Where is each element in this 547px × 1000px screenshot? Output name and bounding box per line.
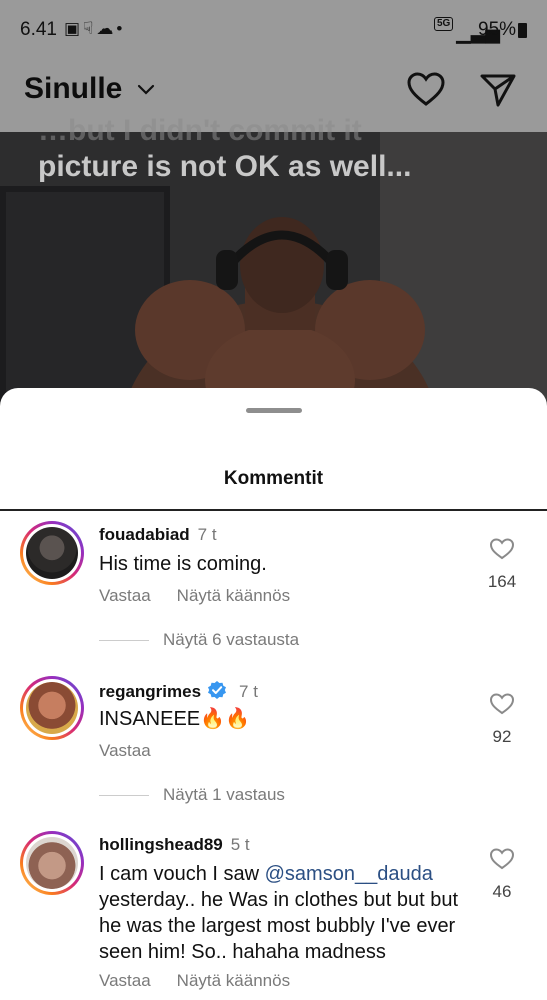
avatar[interactable] (20, 676, 84, 740)
comment-time: 7 t (197, 525, 217, 544)
drag-handle[interactable] (246, 408, 302, 413)
heart-icon[interactable] (489, 847, 515, 871)
comment-username[interactable]: hollingshead89 5 t (99, 835, 250, 855)
like-button[interactable]: 46 (486, 847, 518, 902)
like-button[interactable]: 92 (486, 692, 518, 747)
divider (0, 509, 547, 511)
comment-text: INSANEEE🔥🔥 (99, 708, 250, 730)
comments-sheet: Kommentit fouadabiad 7 t His time is comi… (0, 388, 547, 1000)
battery-percent: 95% (478, 19, 517, 40)
avatar-image (26, 682, 78, 734)
view-replies-label[interactable]: Näytä 1 vastaus (163, 785, 285, 804)
comment-username[interactable]: fouadabiad 7 t (99, 525, 217, 545)
replies-line (99, 795, 149, 797)
comment-text-end: yesterday.. he Was in clothes but but bu… (99, 889, 459, 963)
heart-icon[interactable] (406, 70, 446, 110)
status-bar: 6.41 ▣☟☁• 5G ▁▃▅ 95% (0, 0, 547, 60)
heart-icon[interactable] (489, 537, 515, 561)
username-text[interactable]: hollingshead89 (99, 835, 223, 854)
comment-text-start: I cam vouch I saw (99, 863, 265, 885)
status-time: 6.41 (20, 19, 57, 40)
heart-icon[interactable] (489, 692, 515, 716)
comment-actions: Vastaa Näytä käännös (99, 586, 316, 606)
reply-button[interactable]: Vastaa (99, 586, 151, 605)
sheet-title: Kommentit (223, 468, 324, 489)
app-header: Sinulle (0, 60, 547, 120)
verified-badge-icon (208, 681, 227, 699)
chevron-down-icon[interactable] (136, 82, 156, 96)
reply-button[interactable]: Vastaa (99, 971, 151, 990)
like-count: 46 (492, 882, 512, 901)
comment-actions: Vastaa (99, 741, 177, 761)
mention-link[interactable]: @samson__dauda (265, 863, 433, 885)
like-count: 164 (487, 572, 517, 591)
comment-username[interactable]: regangrimes 7 t (99, 680, 258, 702)
comment-time: 7 t (239, 682, 258, 701)
username-text[interactable]: regangrimes (99, 682, 201, 701)
like-button[interactable]: 164 (486, 537, 518, 592)
battery-icon (518, 23, 527, 38)
view-replies-button[interactable]: Näytä 1 vastaus (99, 785, 285, 805)
network-5g-icon: 5G (434, 17, 454, 31)
username-text[interactable]: fouadabiad (99, 525, 190, 544)
translate-button[interactable]: Näytä käännös (177, 971, 290, 990)
avatar-image (26, 837, 78, 889)
like-count: 92 (492, 727, 512, 746)
feed-selector[interactable]: Sinulle (24, 72, 122, 106)
view-replies-label[interactable]: Näytä 6 vastausta (163, 630, 299, 649)
replies-line (99, 640, 149, 642)
notification-icons: ▣☟☁• (64, 19, 126, 38)
view-replies-button[interactable]: Näytä 6 vastausta (99, 630, 299, 650)
avatar[interactable] (20, 521, 84, 585)
reply-button[interactable]: Vastaa (99, 741, 151, 760)
post-caption: picture is not OK as well... (38, 150, 412, 183)
avatar-image (26, 527, 78, 579)
comment-text: I cam vouch I saw @samson__dauda yesterd… (99, 861, 471, 965)
avatar[interactable] (20, 831, 84, 895)
send-icon[interactable] (478, 70, 518, 110)
translate-button[interactable]: Näytä käännös (177, 586, 290, 605)
comment-time: 5 t (230, 835, 250, 854)
comment-actions: Vastaa Näytä käännös (99, 971, 316, 991)
comment-text: His time is coming. (99, 553, 267, 575)
